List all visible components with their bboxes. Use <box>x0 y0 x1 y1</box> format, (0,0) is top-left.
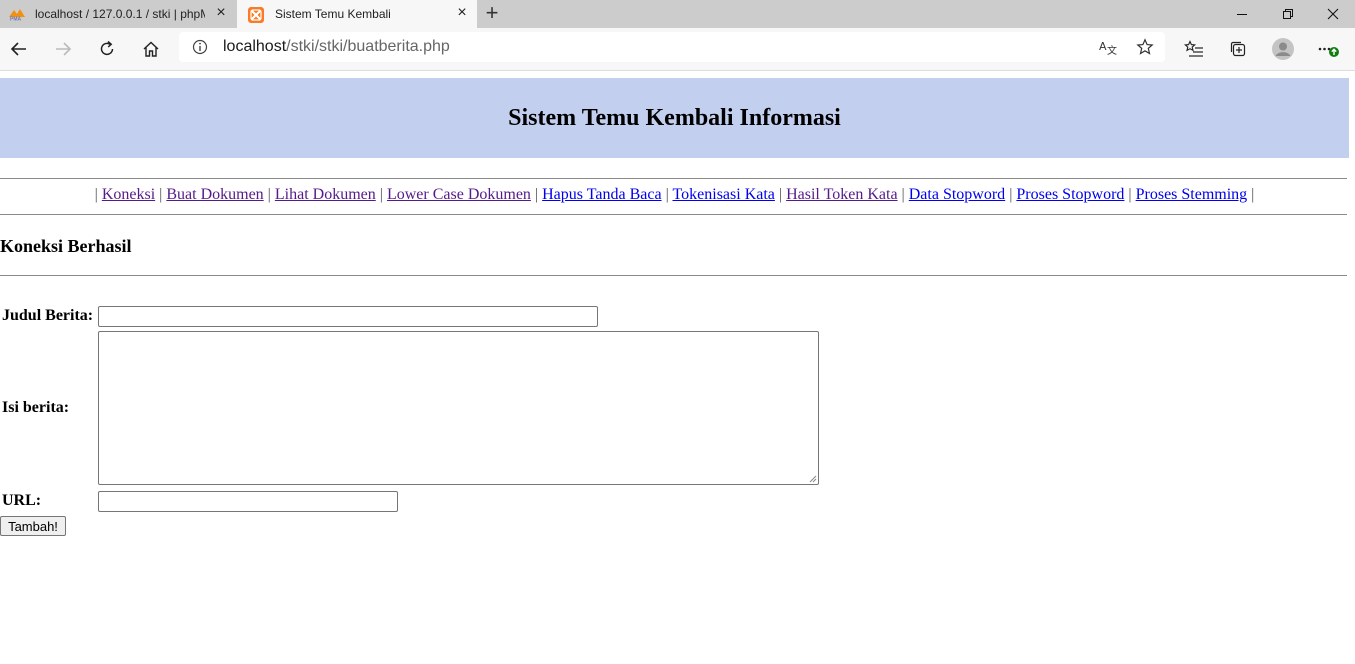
home-icon <box>143 41 159 57</box>
browser-tab-sistem-temu-kembali[interactable]: Sistem Temu Kembali × <box>237 0 477 28</box>
nav-link-lower-case-dokumen[interactable]: Lower Case Dokumen <box>387 186 531 203</box>
address-url: localhost/stki/stki/buatberita.php <box>223 38 450 56</box>
close-tab-icon[interactable]: × <box>455 5 469 21</box>
address-path: /stki/stki/buatberita.php <box>286 38 450 55</box>
forward-arrow-icon <box>56 42 72 56</box>
favorites-list-icon <box>1184 40 1203 57</box>
close-window-button[interactable] <box>1311 0 1355 28</box>
page-title: Sistem Temu Kembali Informasi <box>508 104 841 131</box>
judul-berita-input[interactable] <box>98 306 598 327</box>
settings-menu-button[interactable] <box>1317 37 1341 61</box>
nav-link-koneksi[interactable]: Koneksi <box>102 186 155 203</box>
home-button[interactable] <box>139 37 163 61</box>
browser-tab-phpmyadmin[interactable]: PMA localhost / 127.0.0.1 / stki | phpMy… <box>0 0 236 28</box>
page-content: Sistem Temu Kembali Informasi | Koneksi … <box>0 72 1355 664</box>
divider <box>0 178 1347 179</box>
forward-button[interactable] <box>51 37 75 61</box>
divider <box>0 275 1347 276</box>
page-header: Sistem Temu Kembali Informasi <box>0 78 1349 158</box>
tab-title: localhost / 127.0.0.1 / stki | phpMyAdmi… <box>35 7 205 21</box>
favorite-star-icon[interactable] <box>1136 38 1154 61</box>
translate-icon[interactable]: A文 <box>1099 38 1117 61</box>
reload-icon <box>100 40 114 56</box>
svg-text:A: A <box>1099 40 1107 53</box>
new-tab-button[interactable]: + <box>482 2 502 24</box>
url-input[interactable] <box>98 491 398 512</box>
judul-berita-label: Judul Berita: <box>2 307 94 324</box>
address-bar[interactable]: localhost/stki/stki/buatberita.php A文 <box>179 32 1165 62</box>
back-arrow-icon <box>10 42 26 56</box>
isi-berita-textarea[interactable] <box>98 331 819 485</box>
address-host: localhost <box>223 38 287 55</box>
isi-berita-label: Isi berita: <box>2 399 70 416</box>
profile-button[interactable] <box>1271 37 1295 61</box>
restore-icon <box>1283 9 1293 19</box>
collections-icon <box>1230 41 1246 57</box>
close-icon <box>1327 8 1339 20</box>
minimize-icon <box>1237 14 1247 15</box>
browser-tab-strip: PMA localhost / 127.0.0.1 / stki | phpMy… <box>0 0 1355 28</box>
tab-title: Sistem Temu Kembali <box>275 7 391 21</box>
tambah-button[interactable]: Tambah! <box>0 516 66 536</box>
browser-toolbar: localhost/stki/stki/buatberita.php A文 <box>0 28 1355 71</box>
avatar <box>1272 38 1294 60</box>
close-tab-icon[interactable]: × <box>214 5 228 21</box>
nav-link-tokenisasi-kata[interactable]: Tokenisasi Kata <box>672 186 774 203</box>
more-options-icon <box>1318 47 1339 57</box>
phpmyadmin-icon: PMA <box>8 7 26 23</box>
favorites-button[interactable] <box>1182 37 1206 61</box>
nav-link-hasil-token-kata[interactable]: Hasil Token Kata <box>786 186 897 203</box>
url-label: URL: <box>2 492 42 509</box>
nav-menu: | Koneksi | Buat Dokumen | Lihat Dokumen… <box>94 186 1255 203</box>
nav-link-buat-dokumen[interactable]: Buat Dokumen <box>166 186 263 203</box>
collections-button[interactable] <box>1226 37 1250 61</box>
connection-status: Koneksi Berhasil <box>0 236 132 256</box>
svg-text:PMA: PMA <box>10 17 22 22</box>
reload-button[interactable] <box>95 37 119 61</box>
nav-link-proses-stopword[interactable]: Proses Stopword <box>1016 186 1124 203</box>
back-button[interactable] <box>7 37 31 61</box>
nav-link-proses-stemming[interactable]: Proses Stemming <box>1136 186 1248 203</box>
xampp-icon <box>248 7 266 23</box>
restore-button[interactable] <box>1266 0 1310 28</box>
nav-link-data-stopword[interactable]: Data Stopword <box>909 186 1005 203</box>
info-icon[interactable] <box>192 39 208 60</box>
divider <box>0 214 1347 215</box>
resize-grip-icon[interactable] <box>809 475 817 483</box>
minimize-button[interactable] <box>1220 0 1264 28</box>
nav-link-hapus-tanda-baca[interactable]: Hapus Tanda Baca <box>542 186 661 203</box>
svg-text:文: 文 <box>1107 44 1117 56</box>
nav-link-lihat-dokumen[interactable]: Lihat Dokumen <box>275 186 376 203</box>
